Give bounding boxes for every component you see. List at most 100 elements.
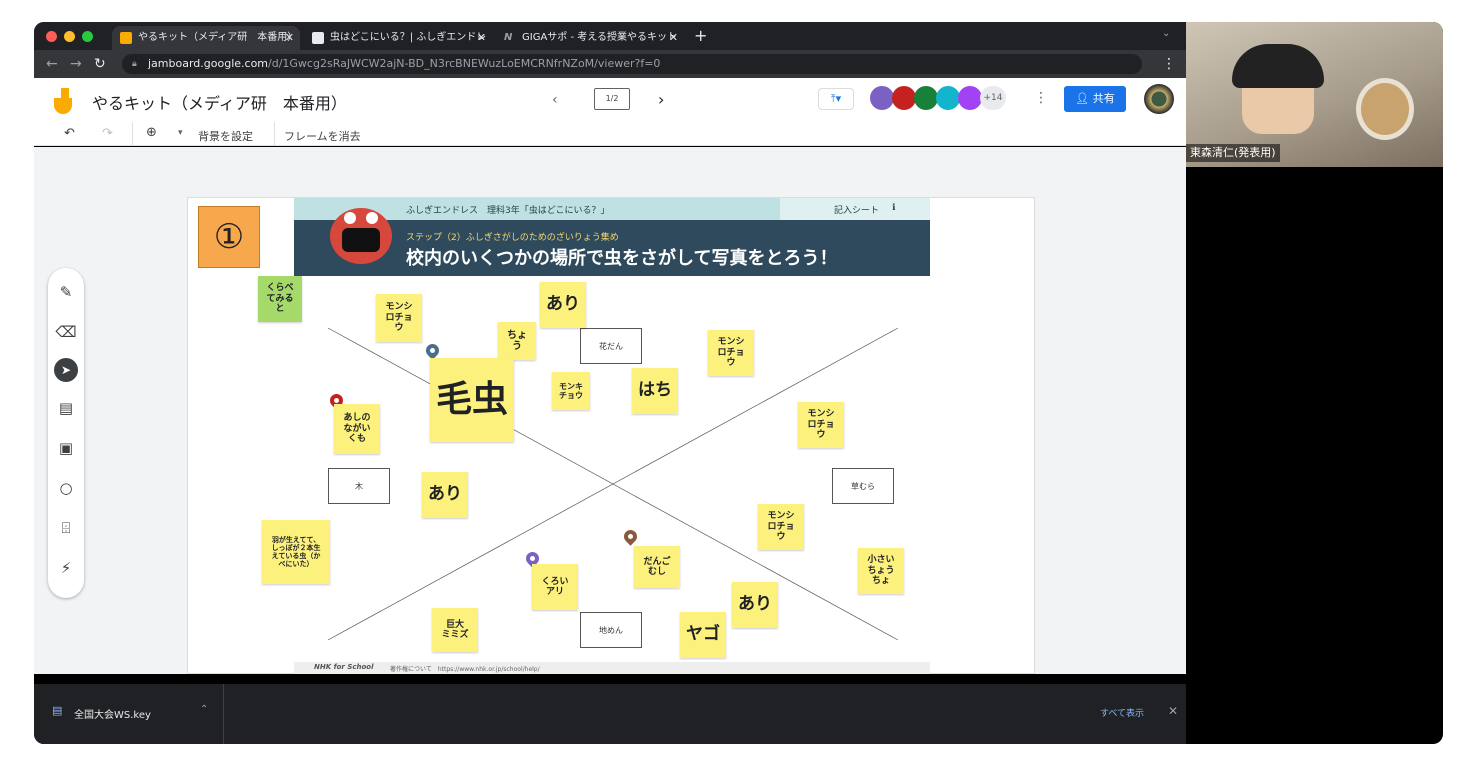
download-file-name: 全国大会WS.key <box>74 710 151 721</box>
sticky-note[interactable]: ヤゴ <box>680 612 726 658</box>
sticky-note[interactable]: だんご むし <box>634 546 680 588</box>
download-bar: ▤ 全国大会WS.key ⌃ すべて表示 ✕ <box>34 684 1186 744</box>
location-box-ki[interactable]: 木 <box>328 468 390 504</box>
participant-name-label: 東森清仁(発表用) <box>1186 144 1280 162</box>
collaborator-avatar[interactable] <box>958 86 982 110</box>
close-tab-icon[interactable]: ✕ <box>477 26 486 50</box>
more-collaborators-badge[interactable]: +14 <box>980 86 1006 110</box>
sticky-note[interactable]: くらべ てみる と <box>258 276 302 322</box>
set-background-button[interactable]: 背景を設定 <box>198 128 253 144</box>
new-tab-button[interactable]: + <box>694 26 707 46</box>
download-item[interactable]: ▤ 全国大会WS.key ⌃ <box>34 684 224 744</box>
reload-icon[interactable]: ↻ <box>94 54 106 74</box>
collaborator-avatar[interactable] <box>936 86 960 110</box>
close-download-bar-button[interactable]: ✕ <box>1168 704 1178 718</box>
redo-icon[interactable]: ↷ <box>102 126 113 141</box>
back-icon[interactable]: ← <box>46 54 58 74</box>
sticky-note[interactable]: 羽が生えてて、 しっぽが２本生 えている虫（か べにいた） <box>262 520 330 584</box>
close-tab-icon[interactable]: ✕ <box>285 26 294 50</box>
laser-icon[interactable]: ⚡︎ <box>54 556 78 580</box>
browser-tab-strip: やるキット（メディア研 本番用） ✕ 虫はどこにいる？| ふしぎエンドレ ✕ N… <box>34 22 1186 50</box>
zoom-window-button[interactable] <box>82 31 93 42</box>
zoom-icon[interactable]: ⊕ <box>146 125 157 140</box>
clear-frame-button[interactable]: フレームを消去 <box>284 128 361 144</box>
jam-title[interactable]: やるキット（メディア研 本番用） <box>92 90 347 114</box>
collaborator-avatar[interactable] <box>892 86 916 110</box>
show-all-downloads-button[interactable]: すべて表示 <box>1100 706 1144 719</box>
browser-tab-mushi[interactable]: 虫はどこにいる？| ふしぎエンドレ ✕ <box>304 26 492 50</box>
notion-icon: N <box>504 32 513 43</box>
next-frame-icon[interactable]: › <box>658 90 664 109</box>
sticky-note[interactable]: モンシ ロチョ ウ <box>758 504 804 550</box>
page-indicator: 1/2 <box>605 94 619 103</box>
location-box-kusamura[interactable]: 草むら <box>832 468 894 504</box>
sticky-note[interactable]: モンシ ロチョ ウ <box>708 330 754 376</box>
sticky-note[interactable]: 小さい ちょう ちょ <box>858 548 904 594</box>
location-box-kadan[interactable]: 花だん <box>580 328 642 364</box>
presenter-hair <box>1232 44 1324 88</box>
sticky-note[interactable]: モンシ ロチョ ウ <box>798 402 844 448</box>
worksheet-footer: NHK for School 著作権について https://www.nhk.o… <box>294 662 930 674</box>
sticky-note[interactable]: モンシ ロチョ ウ <box>376 294 422 342</box>
sticky-note[interactable]: くろい アリ <box>532 564 578 610</box>
toolbar-divider <box>132 122 133 146</box>
select-icon[interactable]: ➤ <box>54 358 78 382</box>
url-host: jamboard.google.com <box>148 57 269 70</box>
forward-icon[interactable]: → <box>70 54 82 74</box>
undo-icon[interactable]: ↶ <box>64 126 75 141</box>
sticky-note[interactable]: 毛虫 <box>430 358 514 442</box>
screen-frame: やるキット（メディア研 本番用） ✕ 虫はどこにいる？| ふしぎエンドレ ✕ N… <box>34 22 1443 744</box>
collaborator-avatar[interactable] <box>870 86 894 110</box>
sticky-note[interactable]: あしの ながい くも <box>334 404 380 454</box>
eraser-icon[interactable]: ⌫ <box>54 320 78 344</box>
browser-tab-giga[interactable]: N GIGAサポ - 考える授業やるキット ✕ <box>496 26 684 50</box>
webcam-video: 東森清仁(発表用) <box>1186 22 1443 167</box>
share-label: 共有 <box>1092 92 1115 105</box>
coffee-cup <box>1356 78 1414 140</box>
pen-icon[interactable]: ✎ <box>54 280 78 304</box>
sticky-note[interactable]: モンキ チョウ <box>552 372 590 410</box>
jamboard-header: やるキット（メディア研 本番用） ‹ 1/2 › ⤒▾ +14 ⋮ 👤︎ 共有 … <box>34 78 1186 146</box>
previous-frame-icon[interactable]: ‹ <box>552 92 558 108</box>
close-tab-icon[interactable]: ✕ <box>669 26 678 50</box>
cross-lines <box>327 327 899 641</box>
image-icon[interactable]: ▣ <box>54 436 78 460</box>
account-avatar[interactable] <box>1144 84 1174 114</box>
circle-icon[interactable]: ○ <box>54 476 78 500</box>
sticky-note[interactable]: ちょ う <box>498 322 536 360</box>
browser-menu-icon[interactable]: ⋮ <box>1162 54 1176 74</box>
frame-bar-button[interactable]: 1/2 <box>594 88 630 110</box>
tool-rail: ✎ ⌫ ➤ ▤ ▣ ○ ⌹ ⚡︎ <box>48 268 84 598</box>
share-button[interactable]: 👤︎ 共有 <box>1064 86 1126 112</box>
browser-tab-jamboard[interactable]: やるキット（メディア研 本番用） ✕ <box>112 26 300 50</box>
browser-toolbar: ← → ↻ 🔒︎ jamboard.google.com/d/1Gwcg2sRa… <box>34 50 1186 78</box>
text-box-icon[interactable]: ⌹ <box>54 516 78 540</box>
close-window-button[interactable] <box>46 31 57 42</box>
jamboard-icon <box>120 32 132 44</box>
footer-copyright-text: 著作権について https://www.nhk.or.jp/school/hel… <box>390 666 540 673</box>
tab-title: GIGAサポ - 考える授業やるキット <box>522 32 677 43</box>
lock-icon: 🔒︎ <box>132 59 137 69</box>
present-button[interactable]: ⤒▾ <box>818 88 854 110</box>
frame-toolbar: ↶ ↷ ⊕ ▾ 背景を設定 フレームを消去 <box>34 122 1186 146</box>
minimize-window-button[interactable] <box>64 31 75 42</box>
sticky-note[interactable]: あり <box>732 582 778 628</box>
toolbar-divider <box>274 122 275 146</box>
tab-search-icon[interactable]: ⌄ <box>1162 28 1170 39</box>
sticky-note-icon[interactable]: ▤ <box>54 396 78 420</box>
sticky-note[interactable]: 巨大 ミミズ <box>432 608 478 652</box>
collaborator-avatar[interactable] <box>914 86 938 110</box>
sticky-note[interactable]: あり <box>540 282 586 328</box>
jamboard-frame[interactable]: ① ふしぎエンドレス 理科3年「虫はどこにいる？」 記入シート ℹ ステップ（2… <box>187 197 1035 674</box>
nhk-for-school-logo: NHK for School <box>314 663 374 671</box>
download-options-icon[interactable]: ⌃ <box>200 704 208 715</box>
location-box-jimen[interactable]: 地めん <box>580 612 642 648</box>
url-path: /d/1Gwcg2sRaJWCW2ajN-BD_N3rcBNEWuzLoEMCR… <box>268 57 661 70</box>
more-options-icon[interactable]: ⋮ <box>1034 90 1048 106</box>
address-bar[interactable]: 🔒︎ jamboard.google.com/d/1Gwcg2sRaJWCW2a… <box>122 54 1142 74</box>
file-icon: ▤ <box>52 704 63 717</box>
zoom-dropdown-icon[interactable]: ▾ <box>178 128 183 138</box>
tab-title: 虫はどこにいる？| ふしぎエンドレ <box>330 32 487 43</box>
sticky-note[interactable]: はち <box>632 368 678 414</box>
sticky-note[interactable]: あり <box>422 472 468 518</box>
